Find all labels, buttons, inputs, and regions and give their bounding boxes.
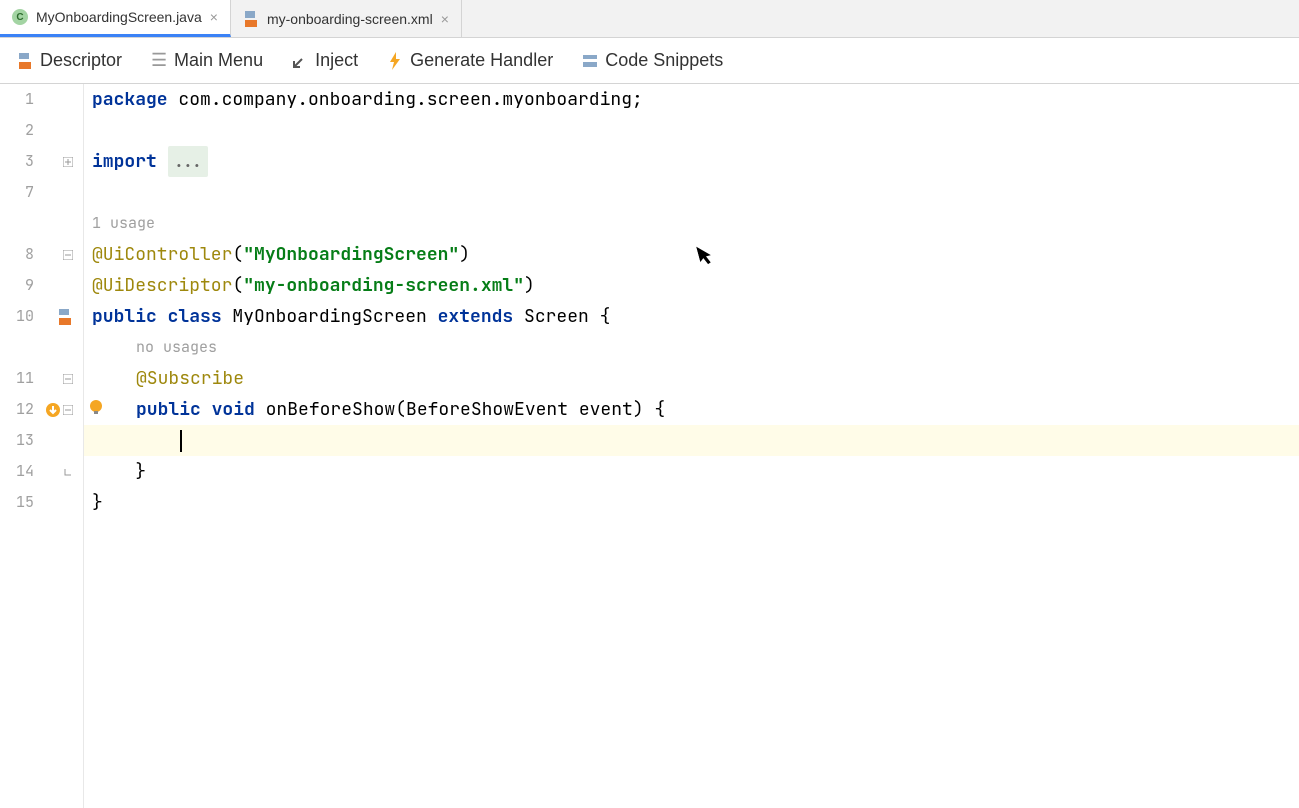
code-line: public void onBeforeShow(BeforeShowEvent… — [92, 394, 1299, 425]
tab-label: my-onboarding-screen.xml — [267, 11, 433, 27]
editor-toolbar: Descriptor ☰ Main Menu Inject Generate H… — [0, 38, 1299, 84]
gutter: 1 2 3 7 8 9 10 11 12 13 14 15 — [0, 84, 84, 808]
line-number: 9 — [0, 270, 34, 301]
override-gutter-icon[interactable] — [45, 402, 61, 418]
toolbar-label: Code Snippets — [605, 50, 723, 71]
fold-end-icon[interactable] — [63, 467, 73, 477]
xml-file-icon — [243, 11, 259, 27]
usage-hint[interactable]: no usages — [92, 332, 1299, 363]
java-class-icon: C — [12, 9, 28, 25]
code-line — [92, 115, 1299, 146]
snippets-icon — [581, 52, 599, 70]
text-cursor — [180, 430, 182, 452]
line-number: 13 — [0, 425, 34, 456]
usage-hint[interactable]: 1 usage — [92, 208, 1299, 239]
tab-xml-file[interactable]: my-onboarding-screen.xml × — [231, 0, 462, 37]
line-number: 10 — [0, 301, 34, 332]
code-line: @UiController("MyOnboardingScreen") — [92, 239, 1299, 270]
tab-java-file[interactable]: C MyOnboardingScreen.java × — [0, 0, 231, 37]
fold-minus-icon[interactable] — [63, 374, 73, 384]
code-line: } — [92, 456, 1299, 487]
lightning-icon — [386, 52, 404, 70]
code-line: @UiDescriptor("my-onboarding-screen.xml"… — [92, 270, 1299, 301]
menu-icon: ☰ — [150, 52, 168, 70]
line-number: 15 — [0, 487, 34, 518]
fold-minus-icon[interactable] — [63, 405, 73, 415]
line-number: 1 — [0, 84, 34, 115]
fold-minus-icon[interactable] — [63, 250, 73, 260]
code-snippets-button[interactable]: Code Snippets — [581, 50, 723, 71]
toolbar-label: Inject — [315, 50, 358, 71]
line-number: 3 — [0, 146, 34, 177]
descriptor-button[interactable]: Descriptor — [16, 50, 122, 71]
line-number: 14 — [0, 456, 34, 487]
code-content[interactable]: package com.company.onboarding.screen.my… — [84, 84, 1299, 808]
code-line — [92, 425, 1299, 456]
generate-handler-button[interactable]: Generate Handler — [386, 50, 553, 71]
code-line — [92, 177, 1299, 208]
toolbar-label: Descriptor — [40, 50, 122, 71]
inject-button[interactable]: Inject — [291, 50, 358, 71]
toolbar-label: Main Menu — [174, 50, 263, 71]
inject-icon — [291, 52, 309, 70]
code-line: } — [92, 487, 1299, 518]
line-number: 7 — [0, 177, 34, 208]
code-line: @Subscribe — [92, 363, 1299, 394]
code-line: public class MyOnboardingScreen extends … — [92, 301, 1299, 332]
close-icon[interactable]: × — [441, 11, 449, 27]
intention-bulb-icon[interactable] — [88, 394, 104, 425]
fold-plus-icon[interactable] — [63, 157, 73, 167]
code-line: import ... — [92, 146, 1299, 177]
tab-label: MyOnboardingScreen.java — [36, 9, 202, 25]
line-number: 11 — [0, 363, 34, 394]
line-number: 2 — [0, 115, 34, 146]
toolbar-label: Generate Handler — [410, 50, 553, 71]
line-number: 8 — [0, 239, 34, 270]
code-editor[interactable]: 1 2 3 7 8 9 10 11 12 13 14 15 package co… — [0, 84, 1299, 808]
descriptor-gutter-icon[interactable] — [57, 309, 73, 325]
folded-imports[interactable]: ... — [168, 146, 208, 177]
close-icon[interactable]: × — [210, 9, 218, 25]
tab-bar: C MyOnboardingScreen.java × my-onboardin… — [0, 0, 1299, 38]
code-line: package com.company.onboarding.screen.my… — [92, 84, 1299, 115]
line-number: 12 — [0, 394, 34, 425]
main-menu-button[interactable]: ☰ Main Menu — [150, 50, 263, 71]
descriptor-icon — [16, 52, 34, 70]
